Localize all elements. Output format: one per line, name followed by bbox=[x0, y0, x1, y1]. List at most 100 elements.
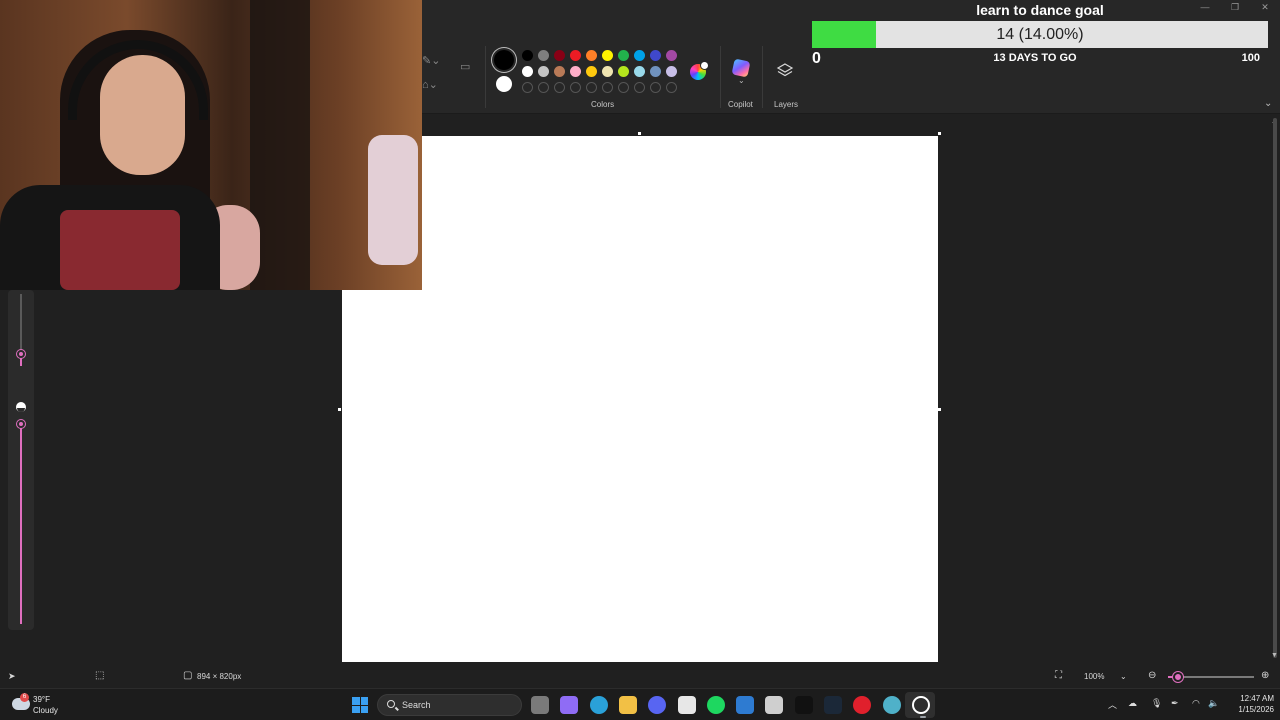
microsoft-store-icon[interactable] bbox=[677, 696, 696, 714]
chevron-down-icon[interactable]: ⌄ bbox=[738, 76, 745, 85]
system-clock[interactable]: 12:47 AM 1/15/2026 bbox=[1222, 693, 1274, 715]
color-swatch[interactable] bbox=[538, 50, 549, 61]
webcam-shirt-print bbox=[60, 210, 180, 290]
goal-title: learn to dance goal bbox=[976, 2, 1104, 18]
color-swatch[interactable] bbox=[650, 66, 661, 77]
custom-color-slot[interactable] bbox=[538, 82, 549, 93]
zoom-slider[interactable] bbox=[1168, 672, 1254, 682]
canvas-size-icon: ▢ bbox=[183, 670, 193, 681]
volume-icon[interactable]: 🔈 bbox=[1208, 698, 1219, 709]
task-view-icon[interactable] bbox=[531, 696, 549, 714]
color-swatch[interactable] bbox=[634, 66, 645, 77]
custom-color-slot[interactable] bbox=[554, 82, 565, 93]
fit-to-window-icon[interactable]: ⛶ bbox=[1055, 670, 1062, 681]
opera-icon[interactable] bbox=[853, 696, 872, 714]
color-swatch[interactable] bbox=[586, 50, 597, 61]
brush-tools-group[interactable]: ✎⌄ ▭ ⌂⌄ bbox=[420, 50, 480, 91]
chevron-down-icon: ⌄ bbox=[1120, 672, 1127, 681]
zoom-slider-thumb[interactable] bbox=[1173, 672, 1184, 682]
wifi-icon[interactable]: ◠ bbox=[1192, 698, 1200, 709]
chevron-up-icon[interactable]: ︿ bbox=[1108, 698, 1117, 711]
copilot-icon[interactable] bbox=[731, 58, 751, 78]
ribbon-divider bbox=[720, 46, 721, 108]
color-swatch[interactable] bbox=[618, 66, 629, 77]
opacity-icon bbox=[16, 402, 26, 412]
color-swatch[interactable] bbox=[570, 50, 581, 61]
status-bar: ➤ ⬚ ▢ 894 × 820px ⛶ 100% ⌄ ⊖ ⊕ bbox=[0, 666, 1280, 688]
discord-icon[interactable] bbox=[648, 696, 667, 714]
custom-color-slot[interactable] bbox=[650, 82, 661, 93]
primary-color-swatch[interactable] bbox=[494, 50, 514, 70]
custom-color-slot[interactable] bbox=[666, 82, 677, 93]
color-swatch[interactable] bbox=[602, 50, 613, 61]
color-swatch[interactable] bbox=[570, 66, 581, 77]
mail-icon[interactable] bbox=[736, 696, 755, 714]
fill-icon[interactable]: ⌂⌄ bbox=[422, 78, 438, 91]
shapes-icon[interactable]: ▭ bbox=[460, 60, 470, 73]
canvas-size-text: 894 × 820px bbox=[197, 672, 242, 681]
cursor-position-icon: ➤ bbox=[8, 671, 16, 681]
color-swatch[interactable] bbox=[602, 66, 613, 77]
size-slider-thumb[interactable] bbox=[17, 350, 25, 359]
opacity-slider-thumb[interactable] bbox=[17, 420, 25, 428]
browser-globe-icon[interactable] bbox=[882, 696, 901, 714]
goal-max-label: 100 bbox=[1241, 52, 1260, 64]
layers-icon[interactable] bbox=[776, 62, 794, 80]
zoom-out-icon[interactable]: ⊖ bbox=[1148, 670, 1156, 681]
webcam-overlay bbox=[0, 0, 422, 290]
microphone-icon[interactable]: 🎙 bbox=[1151, 698, 1162, 709]
zoom-dropdown[interactable]: 100% ⌄ bbox=[1078, 669, 1134, 685]
weather-widget[interactable]: 6 39°F Cloudy bbox=[10, 693, 80, 717]
color-swatch[interactable] bbox=[618, 50, 629, 61]
color-swatch[interactable] bbox=[586, 66, 597, 77]
custom-color-slot[interactable] bbox=[586, 82, 597, 93]
color-swatch[interactable] bbox=[666, 66, 677, 77]
color-swatch[interactable] bbox=[522, 66, 533, 77]
scroll-down-icon[interactable]: ▼ bbox=[1271, 652, 1278, 659]
drawing-canvas[interactable] bbox=[342, 136, 938, 662]
secondary-color-swatch[interactable] bbox=[496, 76, 512, 92]
camera-app-icon[interactable] bbox=[765, 696, 784, 714]
resize-handle[interactable] bbox=[338, 408, 341, 411]
color-swatch[interactable] bbox=[650, 50, 661, 61]
goal-days-left: 13 DAYS TO GO bbox=[993, 52, 1077, 64]
onedrive-icon[interactable]: ☁ bbox=[1128, 698, 1137, 709]
pen-icon[interactable]: ✒ bbox=[1171, 698, 1179, 709]
edge-icon[interactable] bbox=[589, 696, 608, 714]
webcam-bottle bbox=[368, 135, 418, 265]
edit-colors-icon[interactable] bbox=[690, 61, 709, 80]
file-explorer-icon[interactable] bbox=[618, 696, 637, 714]
brush-icon[interactable]: ✎⌄ bbox=[422, 54, 440, 67]
color-swatch[interactable] bbox=[554, 50, 565, 61]
custom-color-slot[interactable] bbox=[602, 82, 613, 93]
weather-temperature: 39°F bbox=[33, 695, 50, 704]
custom-color-slot[interactable] bbox=[522, 82, 533, 93]
color-swatch[interactable] bbox=[522, 50, 533, 61]
resize-handle[interactable] bbox=[938, 408, 941, 411]
brush-settings-panel bbox=[8, 290, 34, 630]
custom-color-slot[interactable] bbox=[634, 82, 645, 93]
obs-player-icon[interactable] bbox=[911, 696, 930, 718]
color-swatch[interactable] bbox=[538, 66, 549, 77]
copilot-icon[interactable] bbox=[560, 696, 579, 714]
colors-group: Colors bbox=[490, 46, 715, 114]
goal-overlay: learn to dance goal 14 (14.00%) 0 13 DAY… bbox=[812, 0, 1268, 70]
weather-condition: Cloudy bbox=[33, 706, 58, 715]
zoom-in-icon[interactable]: ⊕ bbox=[1261, 670, 1269, 681]
custom-color-slot[interactable] bbox=[618, 82, 629, 93]
vertical-scrollbar[interactable] bbox=[1273, 118, 1277, 658]
color-swatch[interactable] bbox=[554, 66, 565, 77]
steam-icon[interactable] bbox=[824, 696, 842, 714]
resize-handle[interactable] bbox=[638, 132, 641, 135]
color-swatch[interactable] bbox=[666, 50, 677, 61]
tiktok-icon[interactable] bbox=[794, 696, 813, 714]
color-swatch[interactable] bbox=[634, 50, 645, 61]
windows-start-icon[interactable] bbox=[352, 697, 368, 713]
goal-progress-bar: 14 (14.00%) bbox=[812, 21, 1268, 48]
resize-handle[interactable] bbox=[938, 132, 941, 135]
ribbon-divider bbox=[485, 46, 486, 108]
taskbar-search[interactable]: Search bbox=[377, 694, 522, 716]
custom-color-slot[interactable] bbox=[570, 82, 581, 93]
collapse-ribbon-icon[interactable]: ⌄ bbox=[1264, 98, 1272, 109]
spotify-icon[interactable] bbox=[706, 696, 725, 714]
